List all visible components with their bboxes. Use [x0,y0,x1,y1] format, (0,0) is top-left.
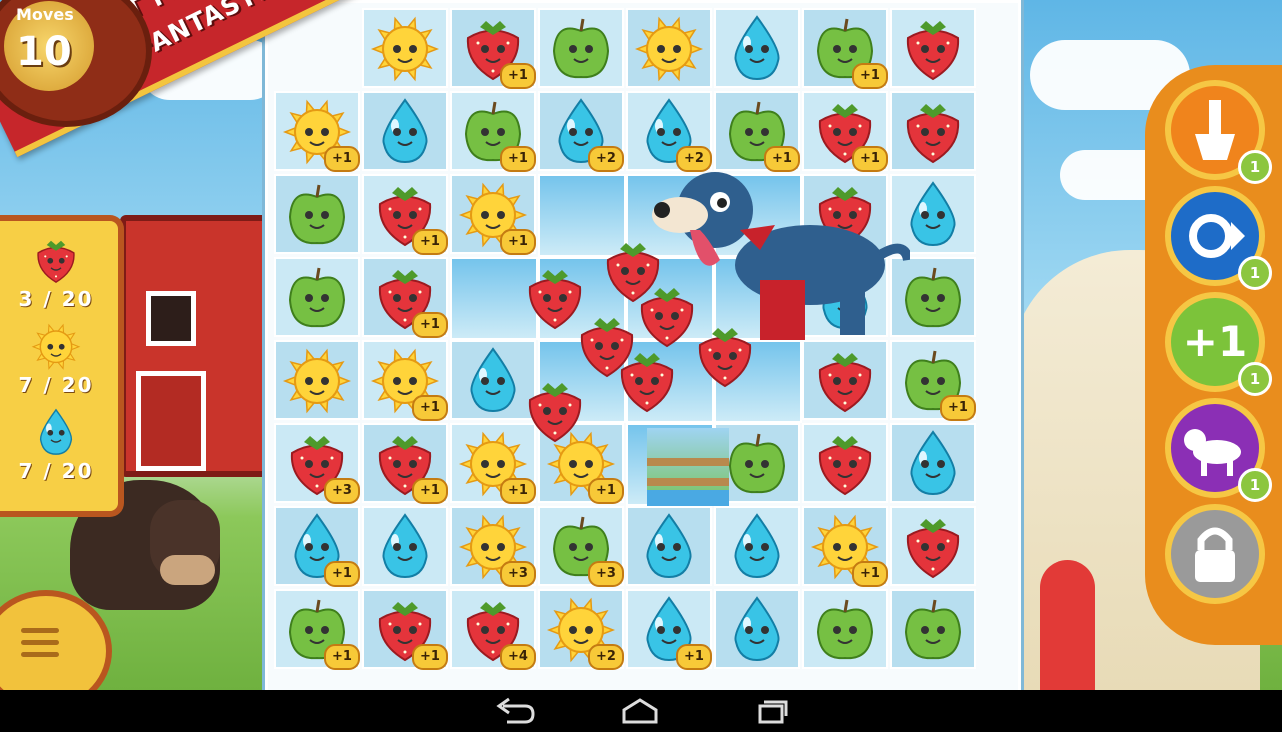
lock-booster-button[interactable] [1165,504,1265,604]
apple-piece[interactable] [722,428,792,498]
bonus-badge: +1 [500,146,536,172]
bonus-badge: +1 [412,478,448,504]
bonus-badge: +1 [500,478,536,504]
moves-label: Moves [16,5,74,24]
bonus-badge: +1 [676,644,712,670]
back-icon[interactable] [485,694,545,728]
booster-count-badge: 1 [1238,256,1272,290]
goal-item: 7 / 20 [6,321,106,405]
goal-item: 7 / 20 [6,407,106,491]
bonus-badge: +1 [500,63,536,89]
bonus-badge: +2 [676,146,712,172]
game-scene: +1 +1 +1 +1 +2 +2 +1 +1 +1 +1 +1 +1 +1 +… [0,0,1282,690]
strawberry-icon [37,240,75,283]
bonus-badge: +3 [588,561,624,587]
bonus-badge: +1 [412,229,448,255]
drop-piece[interactable] [634,511,704,581]
drop-piece[interactable] [898,428,968,498]
barn [120,215,282,477]
moves-value: 10 [16,29,72,75]
bonus-badge: +1 [412,644,448,670]
fence-scenery [647,428,729,506]
lock-icon [1171,510,1259,598]
bonus-badge: +2 [588,146,624,172]
bonus-badge: +1 [852,146,888,172]
strawberry-piece[interactable] [898,13,968,83]
bonus-badge: +1 [940,395,976,421]
strawberry-burst-piece [698,328,752,388]
bonus-badge: +3 [324,478,360,504]
goal-item: 3 / 20 [6,235,106,319]
bonus-badge: +1 [324,644,360,670]
bonus-badge: +4 [500,644,536,670]
sun-piece[interactable] [370,13,440,83]
bonus-badge: +3 [500,561,536,587]
bonus-badge: +1 [412,395,448,421]
apple-piece[interactable] [282,262,352,332]
bonus-badge: +1 [764,146,800,172]
apple-piece[interactable] [898,594,968,664]
goal-count: 7 / 20 [18,373,94,397]
drop-piece[interactable] [722,594,792,664]
booster-count-badge: 1 [1238,468,1272,502]
bonus-badge: +1 [852,63,888,89]
apple-piece[interactable] [810,594,880,664]
strawberry-piece[interactable] [898,96,968,166]
bonus-badge: +1 [588,478,624,504]
bonus-badge: +1 [324,146,360,172]
strawberry-burst-piece [620,353,674,413]
bonus-badge: +1 [500,229,536,255]
booster-count-badge: 1 [1238,150,1272,184]
android-navbar [0,690,1282,732]
apple-piece[interactable] [282,179,352,249]
apple-piece[interactable] [546,13,616,83]
drop-piece[interactable] [370,511,440,581]
drop-piece[interactable] [722,13,792,83]
sun-piece[interactable] [634,13,704,83]
sun-icon [31,323,81,370]
drop-piece[interactable] [370,96,440,166]
water-drop-icon [39,408,73,455]
strawberry-piece[interactable] [898,511,968,581]
bonus-badge: +1 [852,561,888,587]
drop-piece[interactable] [458,345,528,415]
goal-count: 3 / 20 [18,287,94,311]
bonus-badge: +1 [324,561,360,587]
goal-count: 7 / 20 [18,459,94,483]
drop-piece[interactable] [722,511,792,581]
recent-apps-icon[interactable] [740,694,800,728]
booster-count-badge: 1 [1238,362,1272,396]
goals-panel: 3 / 20 7 / 20 7 / 20 [0,215,124,517]
bonus-badge: +2 [588,644,624,670]
sun-piece[interactable] [282,345,352,415]
strawberry-piece[interactable] [810,428,880,498]
bonus-badge: +1 [412,312,448,338]
strawberry-burst-piece [528,383,582,443]
home-icon[interactable] [610,694,670,728]
